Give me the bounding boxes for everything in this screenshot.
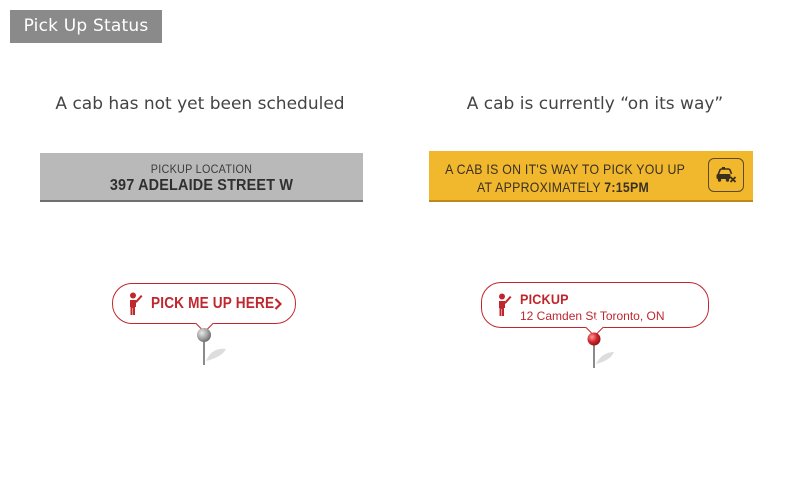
map-pin-icon[interactable] xyxy=(190,325,230,369)
pickup-address: 397 ADELAIDE STREET W xyxy=(109,177,294,194)
cab-on-its-way-bar: A CAB IS ON IT'S WAY TO PICK YOU UP AT A… xyxy=(429,151,753,202)
cab-eta-line: AT APPROXIMATELY 7:15PM xyxy=(445,179,681,195)
cab-status-line: A CAB IS ON IT'S WAY TO PICK YOU UP xyxy=(445,161,686,177)
pick-me-up-label: PICK ME UP HERE xyxy=(151,295,275,312)
chevron-right-icon xyxy=(274,298,282,310)
pickup-location-label: PICKUP LOCATION xyxy=(150,162,253,176)
cab-cancel-icon xyxy=(716,167,737,183)
page-title: Pick Up Status xyxy=(10,10,162,43)
pickup-title: PICKUP xyxy=(520,291,569,307)
person-hailing-icon xyxy=(499,293,512,316)
pick-up-status-page: Pick Up Status A cab has not yet been sc… xyxy=(0,0,800,500)
caption-on-its-way: A cab is currently “on its way” xyxy=(466,94,724,114)
eta-time: 7:15PM xyxy=(604,179,650,195)
person-hailing-icon xyxy=(130,292,143,315)
pickup-location-bar: PICKUP LOCATION 397 ADELAIDE STREET W xyxy=(40,153,363,202)
cancel-cab-button[interactable] xyxy=(708,158,744,192)
caption-not-scheduled: A cab has not yet been scheduled xyxy=(55,94,345,114)
eta-prefix: AT APPROXIMATELY xyxy=(476,179,605,195)
map-pin-icon[interactable] xyxy=(580,330,620,374)
